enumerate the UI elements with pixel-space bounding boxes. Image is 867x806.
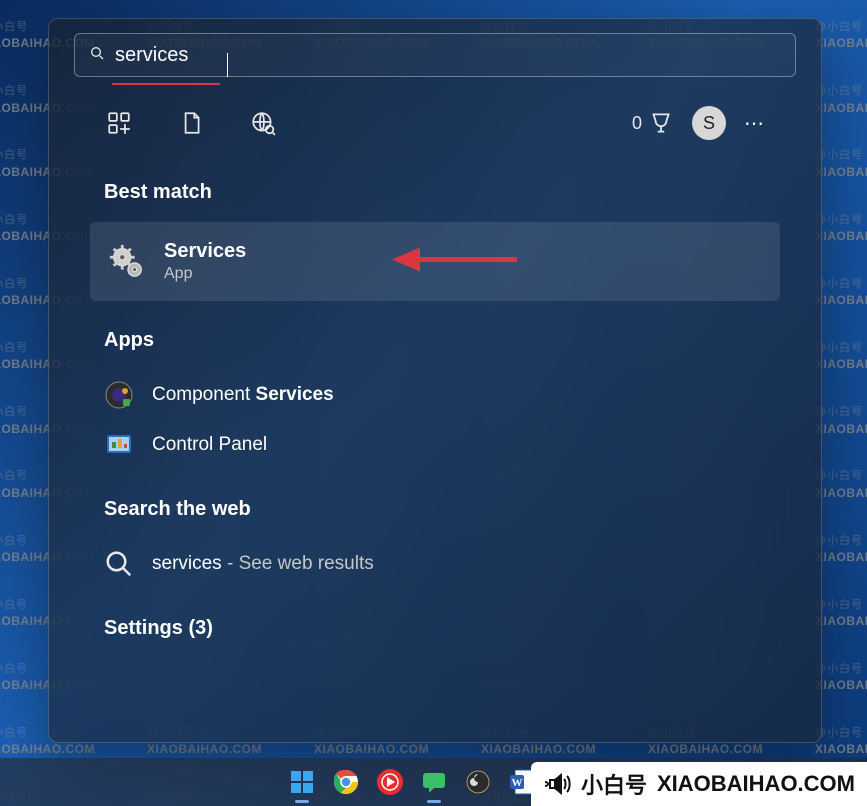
web-result-label: services - See web results (152, 553, 374, 575)
control-panel-icon (104, 430, 134, 460)
taskbar-start-button[interactable] (287, 767, 317, 797)
best-match-subtitle: App (164, 265, 246, 283)
services-gear-icon (108, 243, 146, 281)
search-filter-row: 0 S ⋯ (49, 93, 821, 153)
windows-search-flyout: 0 S ⋯ Best match Services (48, 18, 822, 743)
filter-apps-icon[interactable] (104, 108, 134, 138)
badge-domain-text: XIAOBAIHAO.COM (657, 771, 855, 797)
component-services-icon (104, 380, 134, 410)
spellcheck-underline (112, 82, 220, 85)
rewards-indicator[interactable]: 0 (632, 110, 674, 136)
rewards-count: 0 (632, 113, 642, 134)
app-result-label: Control Panel (152, 434, 267, 456)
svg-text:W: W (511, 777, 522, 789)
search-box[interactable] (74, 33, 796, 77)
search-icon (104, 549, 134, 579)
taskbar-obs-icon[interactable] (463, 767, 493, 797)
section-apps-header: Apps (104, 329, 766, 352)
user-avatar[interactable]: S (692, 106, 726, 140)
speaker-icon (543, 770, 571, 798)
section-settings-header: Settings (3) (104, 617, 766, 640)
taskbar-chrome-icon[interactable] (331, 767, 361, 797)
watermark-badge: 小白号 XIAOBAIHAO.COM (531, 762, 867, 806)
section-best-match-header: Best match (104, 181, 766, 204)
search-input[interactable] (115, 44, 781, 67)
best-match-title: Services (164, 240, 246, 263)
search-icon (89, 45, 105, 66)
more-options-button[interactable]: ⋯ (744, 111, 766, 136)
web-search-result[interactable]: services - See web results (104, 539, 766, 589)
taskbar-youtube-music-icon[interactable] (375, 767, 405, 797)
app-result-control-panel[interactable]: Control Panel (104, 420, 766, 470)
badge-cn-text: 小白号 (581, 768, 647, 800)
search-results-area: Best match Services App (49, 181, 821, 640)
avatar-initial: S (703, 113, 715, 134)
search-row (74, 33, 796, 77)
filter-web-icon[interactable] (248, 108, 278, 138)
filter-documents-icon[interactable] (176, 108, 206, 138)
best-match-result[interactable]: Services App (90, 222, 780, 301)
annotation-arrow (392, 239, 522, 284)
app-result-label: Component Services (152, 384, 334, 406)
section-web-header: Search the web (104, 498, 766, 521)
taskbar-chat-icon[interactable] (419, 767, 449, 797)
app-result-component-services[interactable]: Component Services (104, 370, 766, 420)
text-caret (227, 53, 228, 77)
